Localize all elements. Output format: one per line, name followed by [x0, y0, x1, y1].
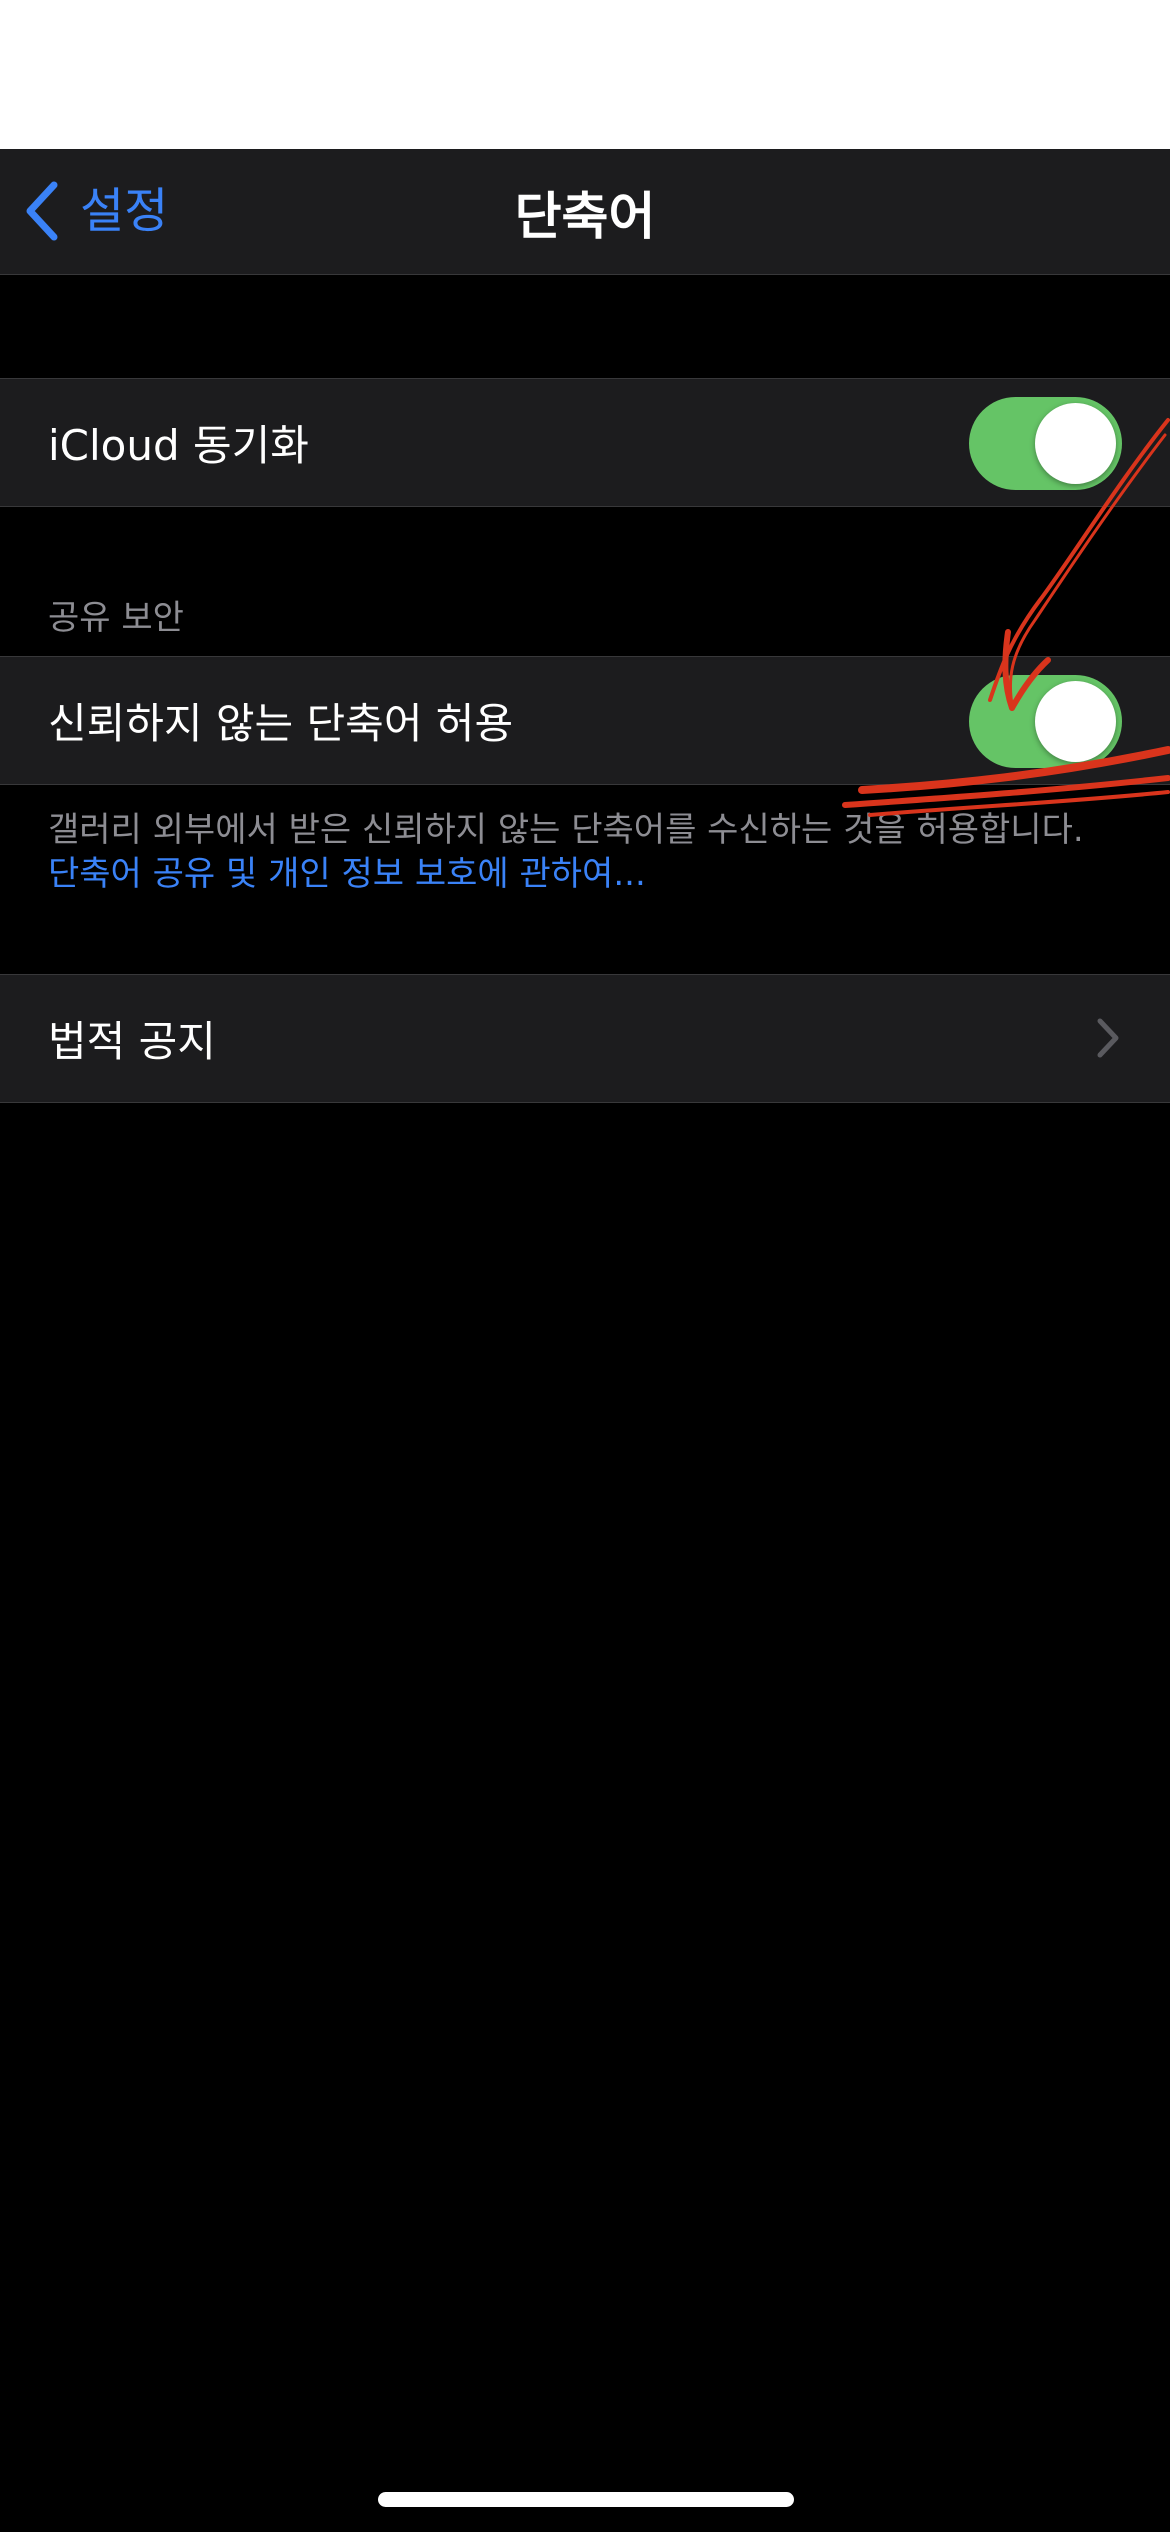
privacy-link[interactable]: 단축어 공유 및 개인 정보 보호에 관하여... — [48, 854, 646, 894]
section-footer: 갤러리 외부에서 받은 신뢰하지 않는 단축어를 수신하는 것을 허용합니다. … — [48, 808, 1122, 896]
status-bar-area — [0, 0, 1170, 149]
allow-untrusted-toggle[interactable] — [969, 675, 1122, 768]
legal-notice-row[interactable]: 법적 공지 — [0, 974, 1170, 1103]
footer-description: 갤러리 외부에서 받은 신뢰하지 않는 단축어를 수신하는 것을 허용합니다. — [48, 810, 1084, 850]
home-indicator[interactable] — [378, 2492, 794, 2507]
chevron-left-icon — [22, 181, 62, 241]
allow-untrusted-label: 신뢰하지 않는 단축어 허용 — [48, 699, 514, 748]
allow-untrusted-row: 신뢰하지 않는 단축어 허용 — [0, 656, 1170, 785]
back-button[interactable]: 설정 — [22, 171, 168, 251]
chevron-right-icon — [1096, 1017, 1120, 1063]
navigation-bar: 설정 단축어 — [0, 149, 1170, 275]
toggle-knob — [1035, 403, 1116, 484]
toggle-knob — [1035, 681, 1116, 762]
icloud-sync-row: iCloud 동기화 — [0, 378, 1170, 507]
back-button-label: 설정 — [80, 183, 169, 239]
icloud-sync-label: iCloud 동기화 — [48, 421, 309, 470]
settings-page: 설정 단축어 iCloud 동기화 공유 보안 신뢰하지 않는 단축어 허용 갤… — [0, 0, 1170, 2532]
legal-notice-label: 법적 공지 — [48, 1017, 216, 1066]
icloud-sync-toggle[interactable] — [969, 397, 1122, 490]
section-header-sharing-security: 공유 보안 — [48, 598, 184, 638]
page-title: 단축어 — [514, 187, 656, 247]
